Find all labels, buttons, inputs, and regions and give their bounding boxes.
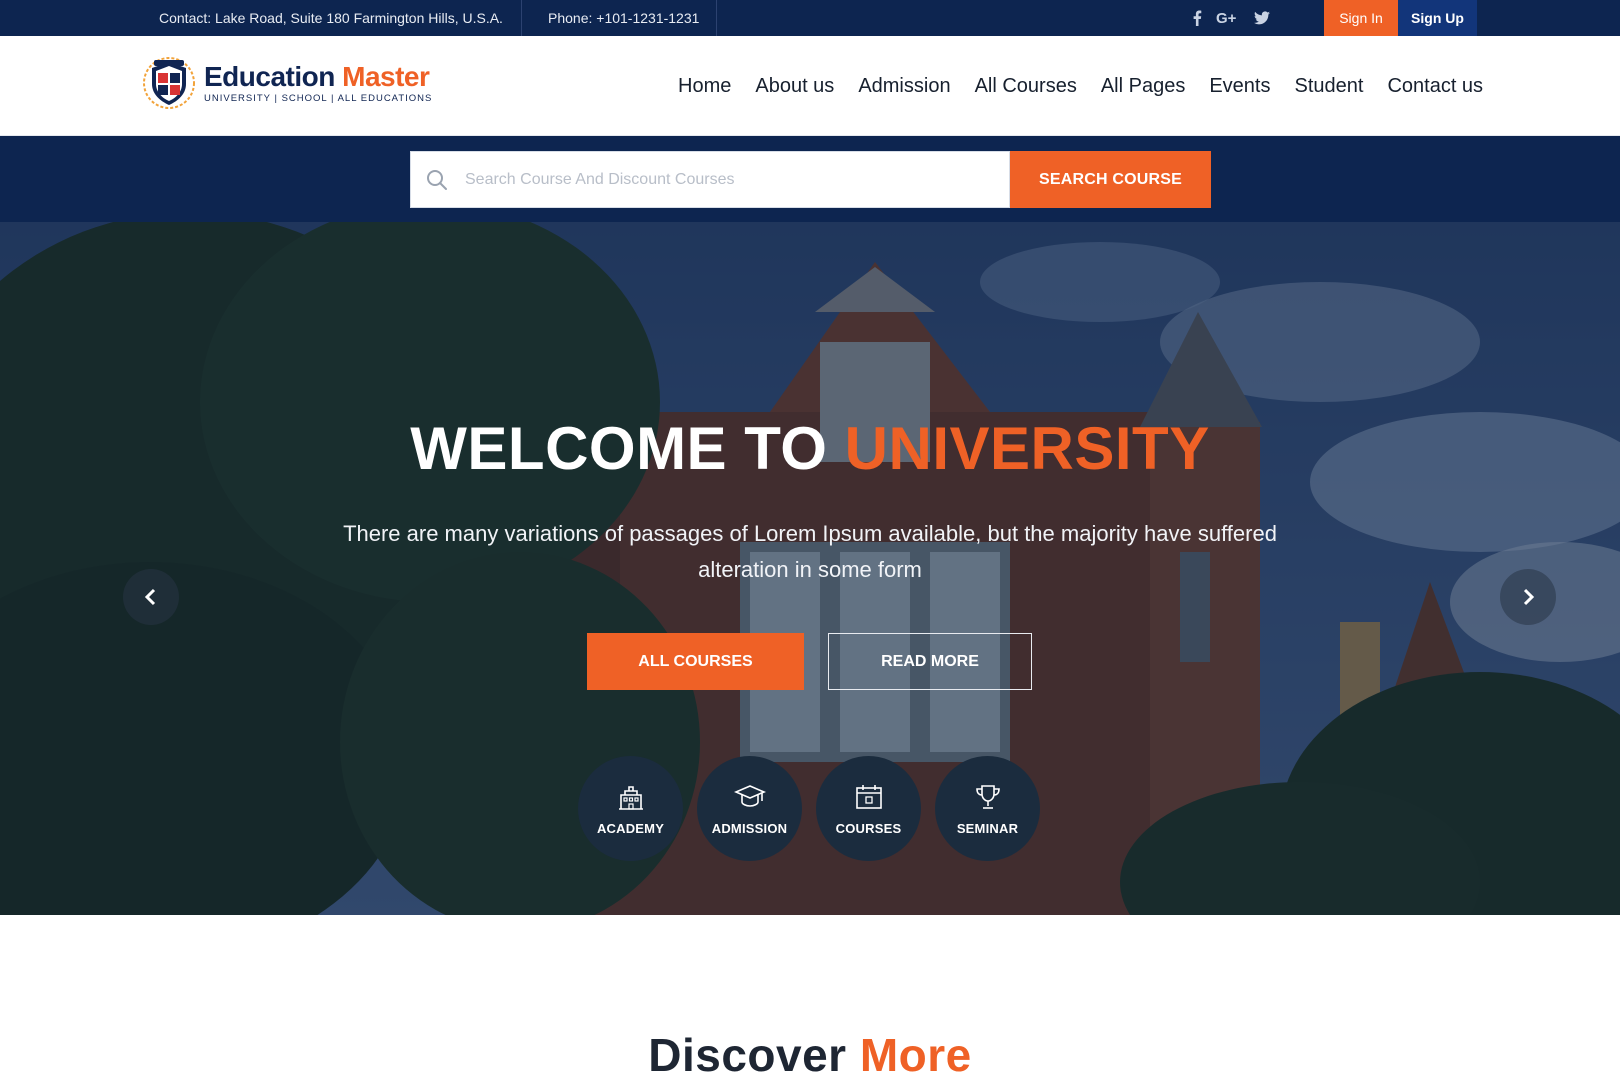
hero-title-accent: UNIVERSITY bbox=[844, 415, 1210, 482]
sign-in-button[interactable]: Sign In bbox=[1324, 0, 1398, 36]
quick-link-label: ACADEMY bbox=[596, 821, 665, 836]
shield-logo-icon bbox=[143, 57, 195, 109]
hero-slider: WELCOME TO UNIVERSITY There are many var… bbox=[0, 222, 1620, 915]
logo-title: Education Master bbox=[204, 62, 432, 92]
google-plus-icon[interactable]: G+ bbox=[1216, 10, 1240, 26]
top-bar: Contact: Lake Road, Suite 180 Farmington… bbox=[0, 0, 1620, 36]
slider-next-button[interactable] bbox=[1500, 569, 1556, 625]
nav-admission[interactable]: Admission bbox=[846, 72, 962, 100]
nav-all-pages[interactable]: All Pages bbox=[1089, 72, 1198, 100]
quick-link-label: COURSES bbox=[835, 821, 902, 836]
sign-up-button[interactable]: Sign Up bbox=[1398, 0, 1477, 36]
hero-title: WELCOME TO UNIVERSITY bbox=[0, 414, 1620, 483]
search-input[interactable] bbox=[465, 152, 1009, 207]
nav-contact-us[interactable]: Contact us bbox=[1375, 72, 1495, 100]
calendar-icon bbox=[855, 785, 882, 809]
search-band: SEARCH COURSE bbox=[0, 136, 1620, 222]
quick-link-label: ADMISSION bbox=[711, 821, 788, 836]
nav-about-us[interactable]: About us bbox=[743, 72, 846, 100]
chevron-left-icon bbox=[144, 588, 156, 606]
facebook-icon[interactable] bbox=[1192, 10, 1202, 26]
quick-links: ACADEMY ADMISSION COURSES SEMINAR bbox=[578, 756, 1040, 861]
discover-heading: Discover More bbox=[0, 1028, 1620, 1080]
quick-link-seminar[interactable]: SEMINAR bbox=[935, 756, 1040, 861]
quick-link-admission[interactable]: ADMISSION bbox=[697, 756, 802, 861]
all-courses-button[interactable]: ALL COURSES bbox=[587, 633, 804, 690]
nav-student[interactable]: Student bbox=[1283, 72, 1376, 100]
nav-all-courses[interactable]: All Courses bbox=[963, 72, 1089, 100]
trophy-icon bbox=[975, 785, 1000, 809]
site-header: Education Master UNIVERSITY | SCHOOL | A… bbox=[0, 36, 1620, 136]
contact-phone: Phone: +101-1231-1231 bbox=[531, 0, 718, 36]
quick-link-courses[interactable]: COURSES bbox=[816, 756, 921, 861]
graduation-cap-icon bbox=[733, 785, 766, 807]
discover-main: Discover bbox=[648, 1029, 847, 1080]
nav-events[interactable]: Events bbox=[1197, 72, 1282, 100]
slider-prev-button[interactable] bbox=[123, 569, 179, 625]
svg-text:G+: G+ bbox=[1216, 10, 1237, 26]
hero-description: There are many variations of passages of… bbox=[343, 521, 1277, 582]
chevron-right-icon bbox=[1523, 588, 1535, 606]
logo-title-main: Education bbox=[204, 61, 335, 92]
social-links: G+ bbox=[1192, 0, 1270, 36]
quick-link-academy[interactable]: ACADEMY bbox=[578, 756, 683, 861]
nav-home[interactable]: Home bbox=[666, 72, 743, 100]
read-more-button[interactable]: READ MORE bbox=[828, 633, 1032, 690]
site-logo[interactable]: Education Master UNIVERSITY | SCHOOL | A… bbox=[142, 56, 432, 110]
logo-subtitle: UNIVERSITY | SCHOOL | ALL EDUCATIONS bbox=[204, 93, 433, 104]
main-nav: Home About us Admission All Courses All … bbox=[666, 72, 1495, 100]
search-course-button[interactable]: SEARCH COURSE bbox=[1010, 151, 1211, 208]
search-box bbox=[410, 151, 1010, 208]
search-icon bbox=[427, 169, 447, 190]
quick-link-label: SEMINAR bbox=[956, 821, 1019, 836]
building-icon bbox=[618, 786, 643, 810]
contact-address: Contact: Lake Road, Suite 180 Farmington… bbox=[159, 0, 522, 36]
logo-title-accent: Master bbox=[342, 61, 430, 92]
discover-accent: More bbox=[859, 1029, 972, 1080]
twitter-icon[interactable] bbox=[1254, 11, 1270, 25]
hero-title-main: WELCOME TO bbox=[410, 415, 828, 482]
